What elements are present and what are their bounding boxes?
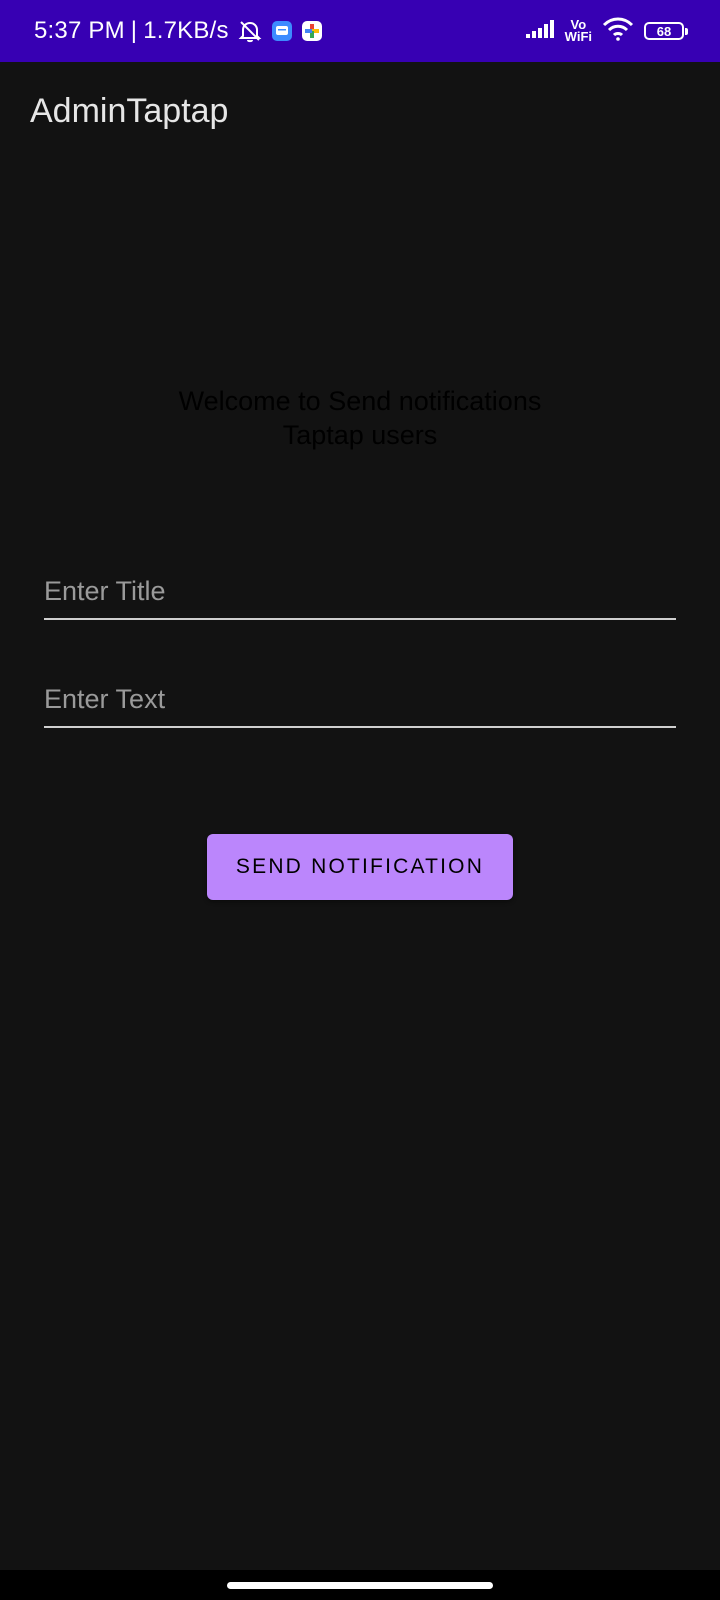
app-title: AdminTaptap: [30, 92, 229, 130]
title-field: [44, 564, 676, 620]
welcome-line-1: Welcome to Send notifications: [178, 386, 542, 416]
status-separator: |: [130, 17, 138, 44]
app-bar: AdminTaptap: [0, 62, 720, 172]
bell-off-icon: [237, 18, 263, 44]
status-network-speed: 1.7KB/s: [143, 17, 229, 44]
status-left: 5:37 PM | 1.7KB/s: [34, 0, 323, 62]
battery-level: 68: [656, 23, 672, 39]
photos-app-icon: [301, 20, 323, 42]
navigation-bar: [0, 1570, 720, 1600]
status-bar: 5:37 PM | 1.7KB/s Vo WiFi 68: [0, 0, 720, 62]
text-input[interactable]: [44, 672, 676, 726]
battery-icon: 68: [644, 22, 688, 40]
message-app-icon: [271, 20, 293, 42]
status-time: 5:37 PM: [34, 17, 125, 44]
title-input[interactable]: [44, 564, 676, 618]
wifi-icon: [602, 17, 634, 46]
signal-icon: [525, 19, 555, 44]
home-indicator[interactable]: [227, 1582, 493, 1589]
text-field: [44, 672, 676, 728]
welcome-message: Welcome to Send notifications Taptap use…: [0, 384, 720, 452]
send-notification-button[interactable]: SEND NOTIFICATION: [207, 834, 513, 900]
wifi-label: WiFi: [564, 29, 592, 44]
status-right: Vo WiFi 68: [525, 0, 688, 62]
vowifi-indicator: Vo WiFi: [564, 18, 592, 44]
welcome-line-2: Taptap users: [282, 420, 438, 450]
screen: 5:37 PM | 1.7KB/s Vo WiFi 68 AdminTaptap…: [0, 0, 720, 1600]
